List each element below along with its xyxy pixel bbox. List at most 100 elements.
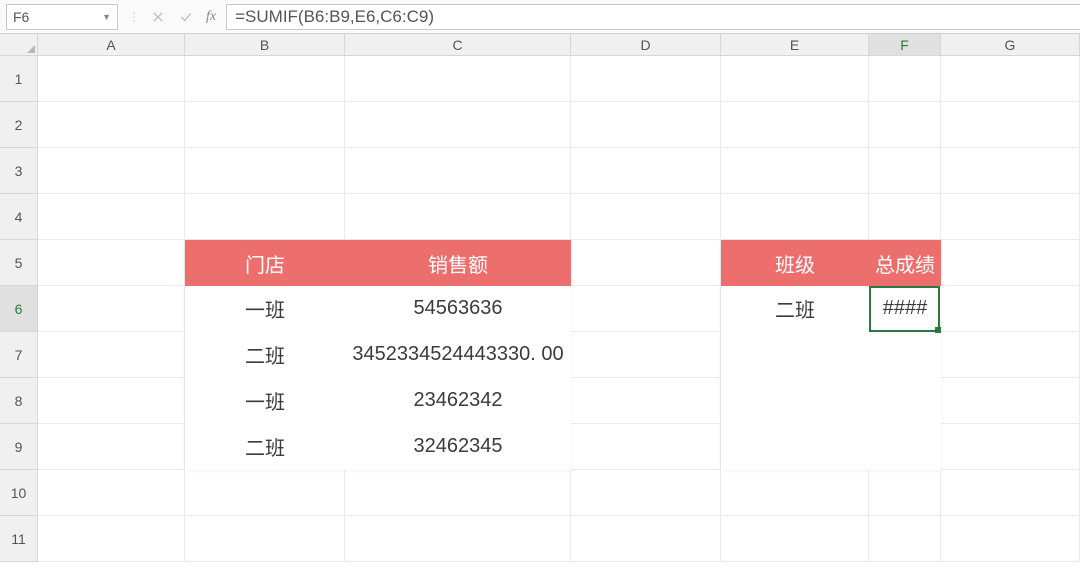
cell[interactable] [869, 516, 941, 562]
cell[interactable] [185, 148, 345, 194]
confirm-button[interactable] [172, 5, 200, 29]
col-header-b[interactable]: B [185, 34, 345, 55]
table1-header-cell: 销售额 [345, 240, 571, 286]
table-row[interactable]: 二班32462345 [185, 424, 571, 470]
col-header-a[interactable]: A [38, 34, 185, 55]
cell[interactable] [185, 516, 345, 562]
cell[interactable] [38, 378, 185, 424]
cell[interactable] [869, 56, 941, 102]
cell[interactable] [941, 470, 1080, 516]
cell[interactable] [345, 470, 571, 516]
cell[interactable] [571, 516, 721, 562]
row-header[interactable]: 10 [0, 470, 38, 516]
chevron-down-icon[interactable]: ▼ [102, 12, 111, 22]
cell[interactable] [941, 286, 1080, 332]
cell[interactable] [571, 378, 721, 424]
cell[interactable] [571, 424, 721, 470]
table-row[interactable]: 二班3452334524443330. 00 [185, 332, 571, 378]
table-row[interactable]: 一班54563636 [185, 286, 571, 332]
cell[interactable] [345, 102, 571, 148]
grid-row: 3 [0, 148, 1080, 194]
cell[interactable] [38, 56, 185, 102]
spreadsheet-grid[interactable]: A B C D E F G 1234567891011 门店 销售额 一班545… [0, 34, 1080, 568]
table2-cell-total [869, 332, 941, 378]
cell[interactable] [941, 378, 1080, 424]
col-header-e[interactable]: E [721, 34, 869, 55]
cell[interactable] [38, 102, 185, 148]
data-table-2: 班级 总成绩 二班#### [721, 240, 941, 470]
cell[interactable] [869, 148, 941, 194]
table-row[interactable]: 一班23462342 [185, 378, 571, 424]
cell[interactable] [941, 424, 1080, 470]
cell[interactable] [721, 56, 869, 102]
cell[interactable] [571, 470, 721, 516]
cell[interactable] [185, 56, 345, 102]
cell[interactable] [38, 148, 185, 194]
row-header[interactable]: 6 [0, 286, 38, 332]
col-header-c[interactable]: C [345, 34, 571, 55]
column-headers: A B C D E F G [0, 34, 1080, 56]
table-row[interactable]: 二班#### [721, 286, 941, 332]
cell[interactable] [571, 194, 721, 240]
cell[interactable] [721, 470, 869, 516]
table-row[interactable] [721, 378, 941, 424]
row-header[interactable]: 4 [0, 194, 38, 240]
cell[interactable] [38, 516, 185, 562]
cell[interactable] [185, 470, 345, 516]
row-header[interactable]: 8 [0, 378, 38, 424]
cell[interactable] [941, 332, 1080, 378]
name-box[interactable]: F6 ▼ [6, 4, 118, 30]
table-row[interactable] [721, 424, 941, 470]
cell[interactable] [721, 194, 869, 240]
cell[interactable] [721, 102, 869, 148]
cell[interactable] [345, 148, 571, 194]
row-header[interactable]: 7 [0, 332, 38, 378]
cell[interactable] [345, 56, 571, 102]
cancel-button[interactable] [144, 5, 172, 29]
cell[interactable] [571, 286, 721, 332]
cell[interactable] [869, 194, 941, 240]
cell[interactable] [721, 516, 869, 562]
cell[interactable] [571, 148, 721, 194]
cell[interactable] [571, 56, 721, 102]
cell[interactable] [38, 470, 185, 516]
row-header[interactable]: 5 [0, 240, 38, 286]
cell[interactable] [941, 240, 1080, 286]
fx-label[interactable]: fx [200, 9, 222, 25]
cell[interactable] [941, 516, 1080, 562]
table-row[interactable] [721, 332, 941, 378]
cell[interactable] [869, 470, 941, 516]
row-header[interactable]: 3 [0, 148, 38, 194]
cell[interactable] [571, 332, 721, 378]
cell[interactable] [38, 286, 185, 332]
cell[interactable] [38, 240, 185, 286]
col-header-g[interactable]: G [941, 34, 1080, 55]
cell[interactable] [571, 240, 721, 286]
col-header-d[interactable]: D [571, 34, 721, 55]
col-header-f[interactable]: F [869, 34, 941, 55]
cell[interactable] [38, 332, 185, 378]
row-header[interactable]: 1 [0, 56, 38, 102]
cell[interactable] [345, 194, 571, 240]
formula-input[interactable]: =SUMIF(B6:B9,E6,C6:C9) [226, 4, 1080, 30]
table1-cell-store: 一班 [185, 378, 345, 424]
table2-cell-total [869, 378, 941, 424]
cell[interactable] [941, 102, 1080, 148]
cell[interactable] [38, 194, 185, 240]
select-all-corner[interactable] [0, 34, 38, 55]
cell[interactable] [38, 424, 185, 470]
cell[interactable] [345, 516, 571, 562]
row-header[interactable]: 9 [0, 424, 38, 470]
cell[interactable] [941, 56, 1080, 102]
formula-bar: F6 ▼ ⋮ fx =SUMIF(B6:B9,E6,C6:C9) [0, 0, 1080, 34]
row-header[interactable]: 2 [0, 102, 38, 148]
cell[interactable] [869, 102, 941, 148]
cell[interactable] [185, 194, 345, 240]
table2-header-cell: 总成绩 [869, 240, 941, 286]
row-header[interactable]: 11 [0, 516, 38, 562]
cell[interactable] [721, 148, 869, 194]
cell[interactable] [185, 102, 345, 148]
cell[interactable] [941, 148, 1080, 194]
cell[interactable] [571, 102, 721, 148]
cell[interactable] [941, 194, 1080, 240]
